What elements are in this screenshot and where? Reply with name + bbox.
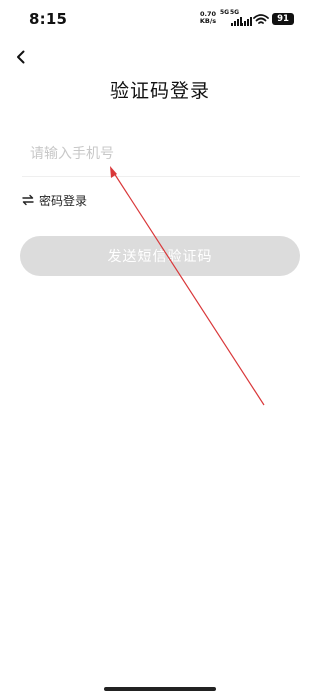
home-indicator [104, 687, 216, 691]
page-title: 验证码登录 [109, 80, 210, 102]
signal-bars-icon [241, 17, 252, 26]
annotation-arrow [110, 166, 265, 406]
network-speed: 0.70 KB/s [197, 11, 219, 25]
swap-arrows-icon [22, 194, 34, 206]
send-sms-code-button[interactable]: 发送短信验证码 [20, 236, 300, 276]
back-button[interactable] [10, 46, 32, 68]
chevron-left-icon [17, 50, 25, 64]
input-underline [22, 176, 300, 177]
signal-1-label: 5G [220, 9, 230, 16]
network-speed-unit: KB/s [199, 17, 217, 25]
signal-2: 5G [230, 10, 252, 26]
signal-2-label: 5G [230, 9, 240, 16]
login-page: 8:15 0.70 KB/s 5G 5G 91 验证码登录 请输入手机号 密码登… [0, 0, 320, 696]
status-bar: 8:15 0.70 KB/s 5G 5G 91 [0, 0, 320, 40]
status-time: 8:15 [29, 10, 68, 28]
phone-number-input[interactable] [22, 140, 306, 168]
switch-login-label: 密码登录 [39, 193, 88, 208]
switch-to-password-login[interactable]: 密码登录 [22, 191, 87, 209]
battery-indicator: 91 [272, 13, 294, 25]
wifi-icon [253, 14, 269, 24]
